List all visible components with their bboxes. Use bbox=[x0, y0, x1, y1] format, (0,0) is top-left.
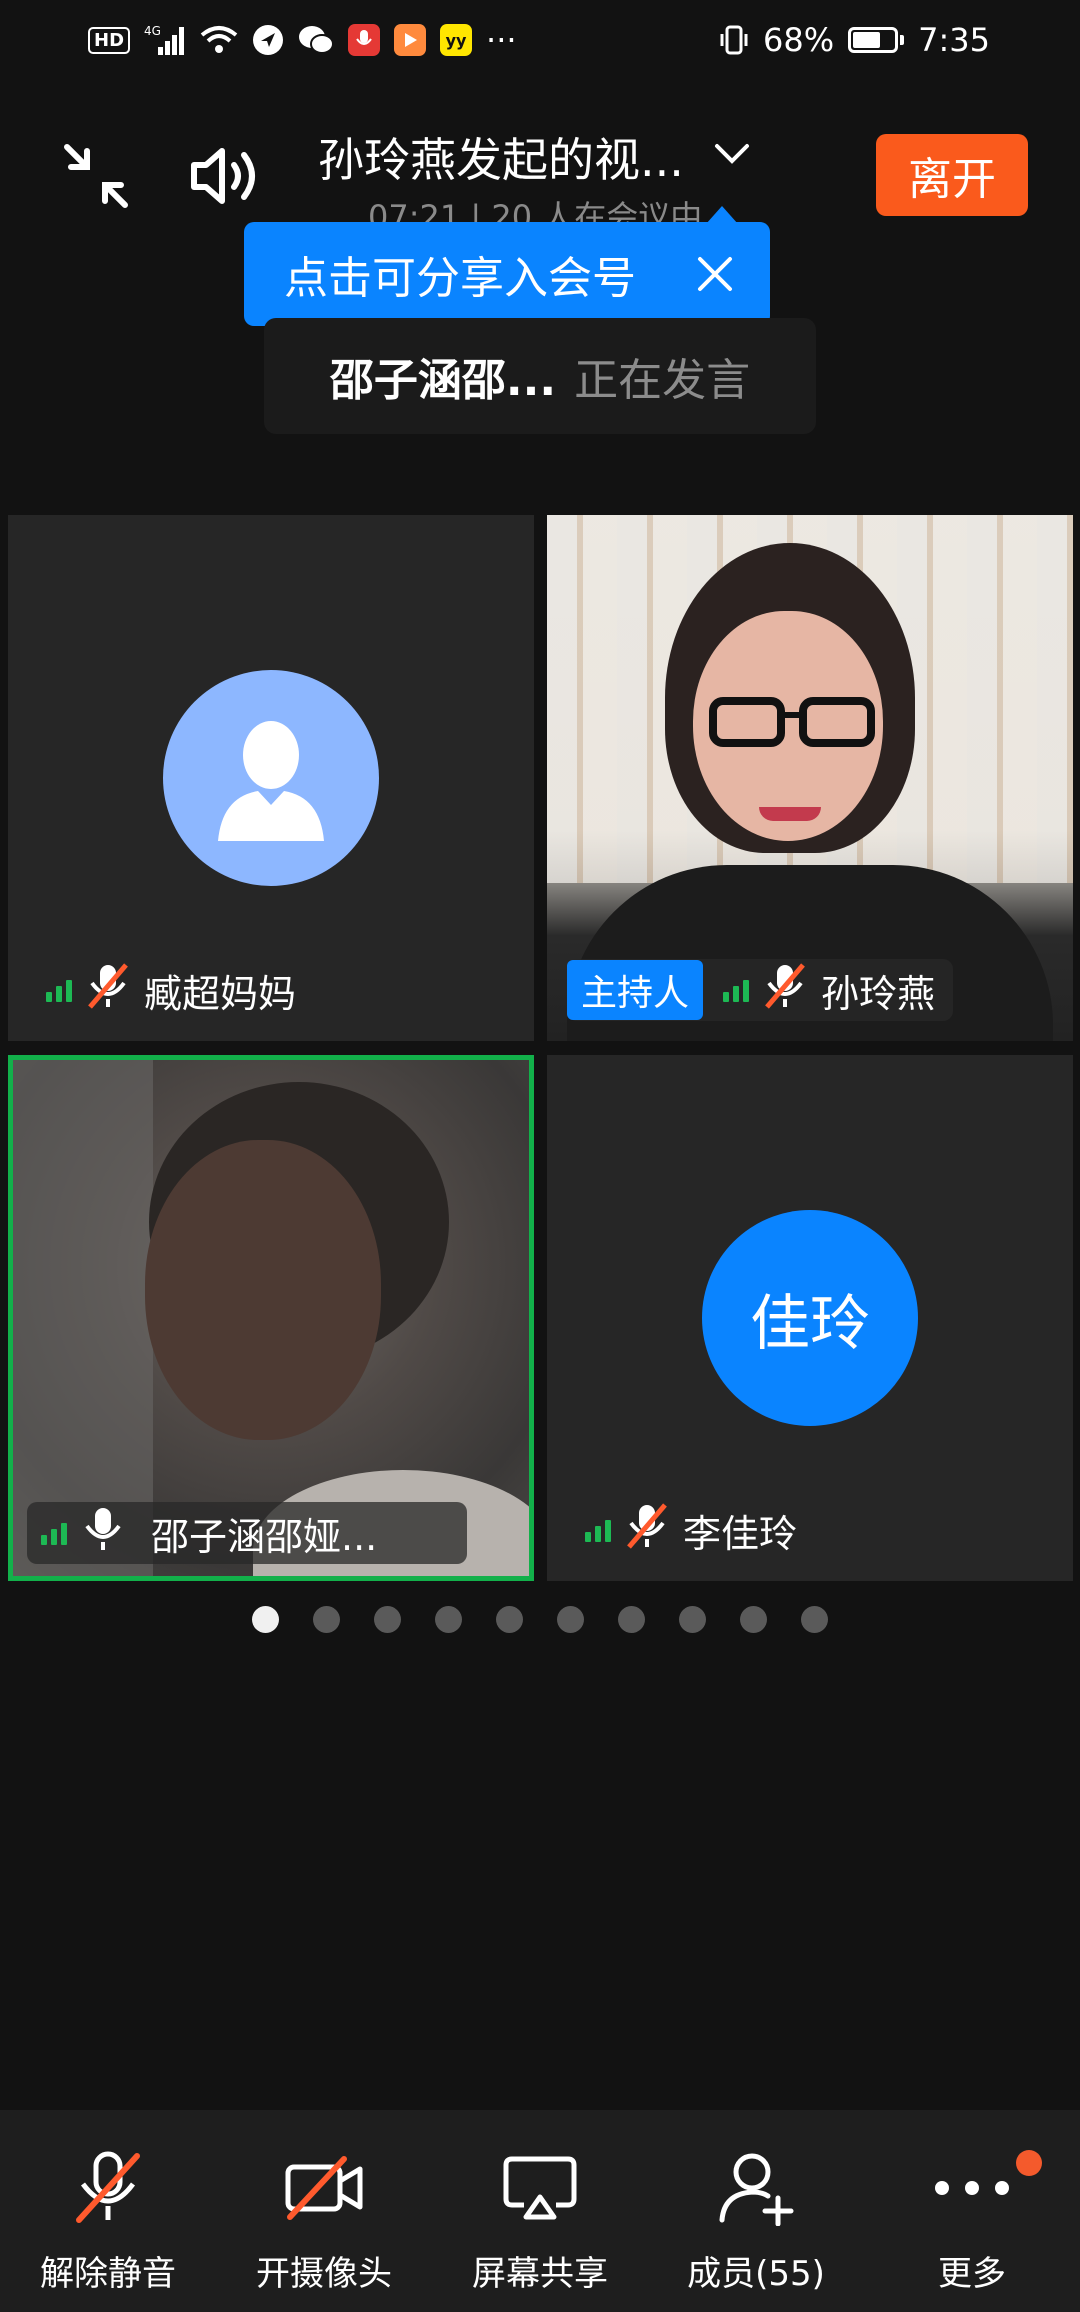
more-label: 更多 bbox=[938, 2254, 1006, 2294]
signal-strength-icon bbox=[46, 978, 72, 1002]
page-dot[interactable] bbox=[679, 1606, 706, 1633]
participant-video bbox=[13, 1060, 529, 1576]
recorder-app-icon bbox=[348, 24, 381, 56]
active-speaker-name: 邵子涵邵... bbox=[329, 355, 557, 406]
tooltip-text: 点击可分享入会号 bbox=[284, 253, 636, 304]
screen-share-button[interactable]: 屏幕共享 bbox=[432, 2148, 648, 2295]
page-dot[interactable] bbox=[740, 1606, 767, 1633]
signal-strength-icon bbox=[41, 1521, 67, 1545]
yy-app-icon: yy bbox=[440, 24, 473, 56]
page-dot[interactable] bbox=[496, 1606, 523, 1633]
cellular-signal-icon: 4G bbox=[144, 23, 186, 57]
status-bar-right: 68% 7:35 bbox=[719, 21, 990, 59]
mic-muted-icon bbox=[86, 961, 130, 1020]
status-bar: HD 4G yy ··· 68% 7:35 bbox=[0, 0, 1080, 80]
notification-dot bbox=[1016, 2150, 1042, 2176]
participant-name: 孙玲燕 bbox=[821, 971, 936, 1016]
vibrate-icon bbox=[719, 24, 749, 56]
participant-label: 主持人 孙玲燕 bbox=[567, 959, 954, 1021]
more-button[interactable]: 更多 bbox=[864, 2148, 1080, 2295]
meeting-toolbar: 解除静音 开摄像头 屏幕共享 成员(55) 更多 bbox=[0, 2110, 1080, 2312]
wifi-icon bbox=[200, 25, 238, 55]
camera-label: 开摄像头 bbox=[256, 2254, 392, 2294]
host-badge: 主持人 bbox=[567, 960, 704, 1020]
screen-share-icon bbox=[500, 2148, 580, 2228]
hd-icon: HD bbox=[88, 26, 131, 54]
clock: 7:35 bbox=[918, 21, 990, 59]
battery-icon bbox=[848, 27, 905, 53]
wechat-icon bbox=[298, 24, 335, 56]
share-meeting-id-tooltip[interactable]: 点击可分享入会号 bbox=[244, 206, 770, 326]
speaker-icon[interactable] bbox=[188, 136, 268, 216]
meeting-title[interactable]: 孙玲燕发起的视... bbox=[318, 124, 698, 190]
signal-strength-icon bbox=[585, 1518, 611, 1542]
minimize-icon[interactable] bbox=[56, 136, 136, 216]
avatar bbox=[163, 670, 379, 886]
mic-muted-icon bbox=[625, 1501, 669, 1560]
leave-button[interactable]: 离开 bbox=[876, 134, 1028, 216]
participant-tile[interactable]: 臧超妈妈 bbox=[8, 515, 534, 1041]
location-app-icon bbox=[252, 24, 284, 56]
participant-label: 臧超妈妈 bbox=[32, 959, 314, 1021]
page-dot[interactable] bbox=[557, 1606, 584, 1633]
camera-button[interactable]: 开摄像头 bbox=[216, 2148, 432, 2295]
page-dot[interactable] bbox=[801, 1606, 828, 1633]
page-indicator bbox=[0, 1606, 1080, 1633]
members-button[interactable]: 成员(55) bbox=[648, 2148, 864, 2295]
page-dot[interactable] bbox=[252, 1606, 279, 1633]
participant-label: 邵子涵邵娅... bbox=[27, 1502, 467, 1564]
page-dot[interactable] bbox=[374, 1606, 401, 1633]
active-speaker-banner: 邵子涵邵... 正在发言 bbox=[264, 318, 816, 434]
network-type-label: 4G bbox=[144, 24, 161, 38]
signal-strength-icon bbox=[723, 978, 750, 1002]
screen-share-label: 屏幕共享 bbox=[472, 2254, 608, 2294]
participant-name: 邵子涵邵娅... bbox=[151, 1514, 378, 1559]
unmute-label: 解除静音 bbox=[40, 2254, 176, 2294]
participant-tile-speaking[interactable]: 邵子涵邵娅... bbox=[8, 1055, 534, 1581]
person-icon bbox=[218, 721, 324, 841]
participant-name: 李佳玲 bbox=[683, 1511, 798, 1556]
page-dot[interactable] bbox=[313, 1606, 340, 1633]
page-dot[interactable] bbox=[618, 1606, 645, 1633]
camera-off-icon bbox=[284, 2148, 364, 2228]
participant-name: 臧超妈妈 bbox=[144, 971, 297, 1016]
avatar: 佳玲 bbox=[702, 1210, 918, 1426]
close-icon[interactable] bbox=[690, 249, 740, 310]
meeting-header: 孙玲燕发起的视... 07:21 | 20 人在会议中 离开 bbox=[0, 120, 1080, 236]
video-app-icon bbox=[394, 24, 427, 56]
participant-label: 李佳玲 bbox=[571, 1499, 815, 1561]
unmute-button[interactable]: 解除静音 bbox=[0, 2148, 216, 2295]
active-speaker-status: 正在发言 bbox=[574, 355, 751, 406]
more-icon bbox=[932, 2148, 1012, 2228]
mic-muted-icon bbox=[68, 2148, 148, 2228]
mic-muted-icon bbox=[763, 961, 807, 1020]
participant-tile-host[interactable]: 主持人 孙玲燕 bbox=[547, 515, 1073, 1041]
status-bar-left: HD 4G yy ··· bbox=[88, 21, 517, 59]
more-notifications-icon: ··· bbox=[486, 21, 517, 59]
mic-icon bbox=[81, 1504, 125, 1563]
members-label: 成员(55) bbox=[687, 2254, 825, 2294]
page-dot[interactable] bbox=[435, 1606, 462, 1633]
add-member-icon bbox=[716, 2148, 796, 2228]
participant-tile[interactable]: 佳玲 李佳玲 bbox=[547, 1055, 1073, 1581]
chevron-down-icon[interactable] bbox=[706, 128, 758, 180]
battery-percent: 68% bbox=[763, 21, 835, 59]
